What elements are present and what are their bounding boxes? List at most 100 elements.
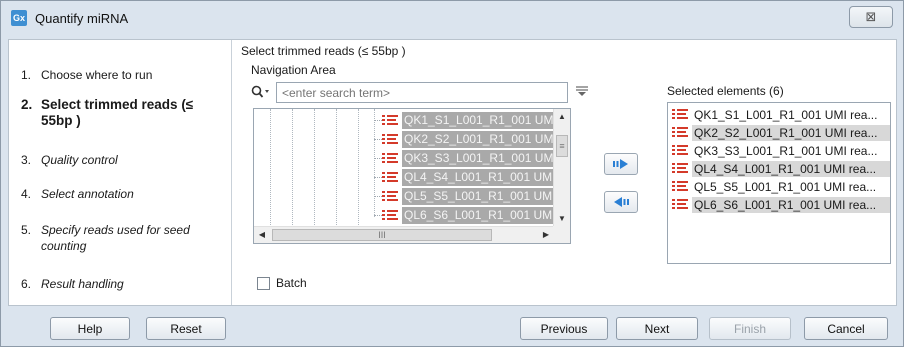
vertical-scrollbar[interactable]: ▲ ≡ ▼ [553,109,570,227]
sequence-list-icon [672,144,688,158]
help-button[interactable]: Help [50,317,130,340]
step-number: 1. [21,68,32,82]
search-input[interactable] [276,82,568,103]
window-title: Quantify miRNA [35,10,129,26]
tree-connector [374,196,382,197]
quantify-mirna-dialog: Gx Quantify miRNA ⊠ 1. Choose where to r… [0,0,904,347]
step-number: 6. [21,277,32,291]
close-button[interactable]: ⊠ [849,6,893,28]
remove-from-selected-button[interactable] [604,191,638,213]
tree-item[interactable]: QK1_S1_L001_R1_001 UMI [374,111,554,130]
navigation-area-label: Navigation Area [251,63,336,77]
title-bar[interactable]: Gx Quantify miRNA ⊠ [1,1,903,35]
dialog-body: 1. Choose where to run 2. Select trimmed… [8,39,897,306]
selected-elements-list[interactable]: QK1_S1_L001_R1_001 UMI rea... QK2_S2_L00… [667,102,891,264]
sequence-list-icon [382,209,398,223]
close-icon: ⊠ [865,9,877,24]
sequence-list-icon [672,162,688,176]
cancel-button[interactable]: Cancel [804,317,888,340]
step-number: 5. [21,223,32,237]
scroll-corner [553,226,570,243]
scroll-left-icon[interactable]: ◀ [254,227,270,243]
tree-item-label: QK1_S1_L001_R1_001 UMI [402,112,554,129]
sequence-list-icon [382,114,398,128]
tree-item[interactable]: QL4_S4_L001_R1_001 UMI [374,168,554,187]
tree-guide-line [314,109,315,227]
list-item[interactable]: QL4_S4_L001_R1_001 UMI rea... [672,160,890,177]
list-item[interactable]: QL6_S6_L001_R1_001 UMI rea... [672,196,890,213]
step-5: 5. Specify reads used for seed counting [21,222,226,254]
tree-guide-line [336,109,337,227]
sequence-list-icon [672,108,688,122]
list-item-label: QK3_S3_L001_R1_001 UMI rea... [694,143,878,158]
list-item-label: QK2_S2_L001_R1_001 UMI rea... [692,124,890,141]
batch-option[interactable]: Batch [257,276,307,290]
tree-guide-line [374,109,375,217]
batch-checkbox[interactable] [257,276,270,290]
tree-item[interactable]: QL6_S6_L001_R1_001 UMI [374,206,554,225]
filter-icon[interactable] [574,84,590,100]
button-bar: Help Reset Previous Next Finish Cancel [1,308,903,346]
tree-item[interactable]: QK3_S3_L001_R1_001 UMI [374,149,554,168]
step-label: Result handling [41,277,124,291]
section-title: Select trimmed reads (≤ 55bp ) [241,44,406,58]
scroll-right-icon[interactable]: ▶ [538,227,554,243]
search-row [251,82,591,104]
tree-item-label: QL4_S4_L001_R1_001 UMI [402,169,554,186]
tree-guide-line [358,109,359,227]
step-label: Specify reads used for seed counting [41,223,190,253]
step-3: 3. Quality control [21,152,226,168]
tree-guide-line [270,109,271,227]
scroll-thumb[interactable]: III [272,229,492,241]
list-item-label: QL4_S4_L001_R1_001 UMI rea... [692,160,890,177]
horizontal-scrollbar[interactable]: ◀ III ▶ [254,226,554,243]
sequence-list-icon [672,180,688,194]
finish-button[interactable]: Finish [709,317,791,340]
scroll-down-icon[interactable]: ▼ [554,211,570,227]
step-2: 2. Select trimmed reads (≤ 55bp ) [21,97,226,129]
list-item-label: QL6_S6_L001_R1_001 UMI rea... [692,196,890,213]
tree-item[interactable]: QL5_S5_L001_R1_001 UMI [374,187,554,206]
add-to-selected-button[interactable] [604,153,638,175]
step-6: 6. Result handling [21,276,226,292]
sequence-list-icon [672,198,688,212]
step-content: Select trimmed reads (≤ 55bp ) Navigatio… [233,40,896,305]
reset-button[interactable]: Reset [146,317,226,340]
sequence-list-icon [382,152,398,166]
tree-item-label: QL5_S5_L001_R1_001 UMI [402,188,554,205]
list-item[interactable]: QK2_S2_L001_R1_001 UMI rea... [672,124,890,141]
step-1: 1. Choose where to run [21,67,226,83]
tree-connector [374,177,382,178]
batch-label: Batch [276,276,307,290]
list-item[interactable]: QL5_S5_L001_R1_001 UMI rea... [672,178,890,195]
tree-guide-line [292,109,293,227]
sequence-list-icon [382,171,398,185]
list-item[interactable]: QK1_S1_L001_R1_001 UMI rea... [672,106,890,123]
tree-item[interactable]: QK2_S2_L001_R1_001 UMI [374,130,554,149]
step-number: 3. [21,153,32,167]
list-item[interactable]: QK3_S3_L001_R1_001 UMI rea... [672,142,890,159]
step-label: Choose where to run [41,68,153,82]
tree-item-label: QK2_S2_L001_R1_001 UMI [402,131,554,148]
next-button[interactable]: Next [616,317,698,340]
arrow-right-icon [613,159,628,169]
step-label: Select trimmed reads (≤ 55bp ) [41,97,194,128]
tree-connector [374,120,382,121]
navigation-tree[interactable]: QK1_S1_L001_R1_001 UMI QK2_S2_L001_R1_00… [253,108,571,244]
list-item-label: QK1_S1_L001_R1_001 UMI rea... [694,107,878,122]
list-item-label: QL5_S5_L001_R1_001 UMI rea... [694,179,877,194]
tree-viewport: QK1_S1_L001_R1_001 UMI QK2_S2_L001_R1_00… [254,109,554,227]
sequence-list-icon [382,133,398,147]
step-number: 2. [21,97,33,112]
previous-button[interactable]: Previous [520,317,608,340]
app-icon: Gx [11,10,27,26]
search-icon[interactable] [251,85,273,101]
tree-item-label: QK3_S3_L001_R1_001 UMI [402,150,554,167]
scroll-up-icon[interactable]: ▲ [554,109,570,125]
step-label: Quality control [41,153,118,167]
tree-connector [374,158,382,159]
wizard-steps: 1. Choose where to run 2. Select trimmed… [9,40,232,305]
scroll-thumb[interactable]: ≡ [556,135,568,157]
step-4: 4. Select annotation [21,186,226,202]
tree-connector [374,215,382,216]
